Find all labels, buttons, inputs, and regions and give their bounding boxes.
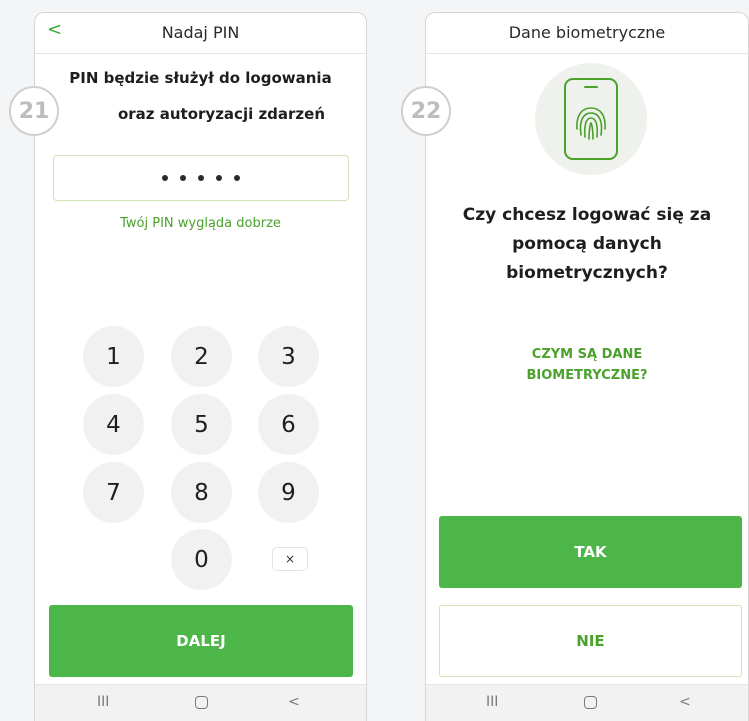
key-7[interactable]: 7: [83, 462, 144, 523]
step-badge-21: 21: [9, 86, 59, 136]
key-5[interactable]: 5: [171, 394, 232, 455]
question-line2: pomocą danych: [512, 234, 662, 254]
screen-title: Nadaj PIN: [161, 23, 240, 42]
key-0[interactable]: 0: [171, 529, 232, 590]
next-button[interactable]: DALEJ: [49, 605, 353, 677]
android-nav-bar: III <: [426, 684, 748, 721]
pin-heading-line1: PIN będzie służył do logowania: [69, 69, 332, 87]
screen-title: Dane biometryczne: [508, 23, 666, 42]
key-8[interactable]: 8: [171, 462, 232, 523]
yes-button[interactable]: TAK: [439, 516, 742, 588]
home-icon[interactable]: [195, 696, 208, 709]
pin-dot: [216, 175, 222, 181]
pin-dot: [180, 175, 186, 181]
pin-dot: [162, 175, 168, 181]
pin-screen: < Nadaj PIN PIN będzie służył do logowan…: [34, 12, 367, 721]
home-icon[interactable]: [584, 696, 597, 709]
biometrics-screen: Dane biometryczne Czy chcesz logować się…: [425, 12, 749, 721]
pin-dot: [198, 175, 204, 181]
step-badge-22: 22: [401, 86, 451, 136]
key-1[interactable]: 1: [83, 326, 144, 387]
title-bar: Dane biometryczne: [426, 13, 748, 54]
backspace-icon[interactable]: ×: [272, 547, 308, 571]
question-line3: biometrycznych?: [506, 263, 668, 283]
key-6[interactable]: 6: [258, 394, 319, 455]
key-2[interactable]: 2: [171, 326, 232, 387]
key-4[interactable]: 4: [83, 394, 144, 455]
pin-dot: [234, 175, 240, 181]
pin-status: Twój PIN wygląda dobrze: [120, 216, 281, 231]
key-3[interactable]: 3: [258, 326, 319, 387]
biometric-illustration: [535, 63, 647, 175]
key-9[interactable]: 9: [258, 462, 319, 523]
fingerprint-phone-icon: [564, 78, 618, 160]
android-nav-bar: III <: [35, 684, 366, 721]
nav-back-icon[interactable]: <: [288, 694, 300, 710]
link-line1: CZYM SĄ DANE: [531, 347, 643, 362]
biometrics-question: Czy chcesz logować się za pomocą danych …: [446, 201, 728, 288]
link-line2: BIOMETRYCZNE?: [526, 368, 648, 383]
nav-back-icon[interactable]: <: [679, 694, 691, 710]
recent-apps-icon[interactable]: III: [97, 694, 109, 710]
no-button[interactable]: NIE: [439, 605, 742, 677]
recent-apps-icon[interactable]: III: [486, 694, 498, 710]
pin-input[interactable]: [53, 155, 349, 201]
pin-heading-line2: oraz autoryzacji zdarzeń: [117, 105, 326, 123]
what-is-biometrics-link[interactable]: CZYM SĄ DANE BIOMETRYCZNE?: [426, 344, 748, 386]
question-line1: Czy chcesz logować się za: [462, 205, 712, 225]
title-bar: < Nadaj PIN: [35, 13, 366, 54]
